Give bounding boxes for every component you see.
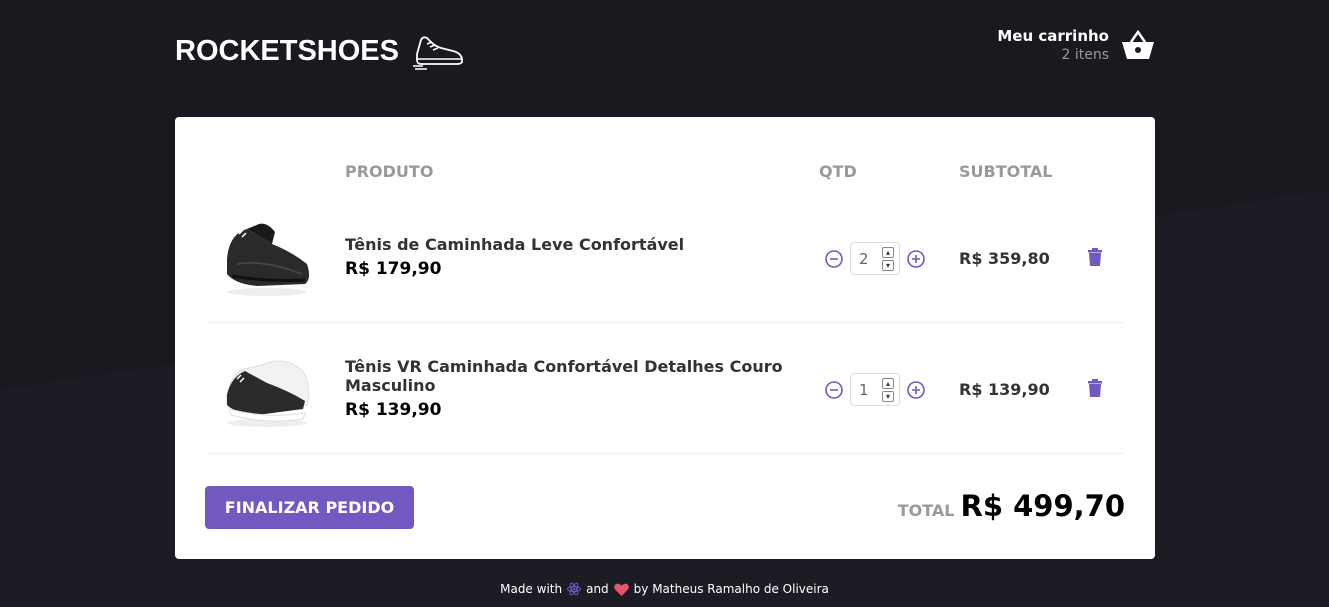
spin-up-icon[interactable]: ▴ <box>882 247 894 258</box>
product-image <box>227 223 310 296</box>
credits: Made with and by Matheus Ramalho de Oliv… <box>0 582 1329 596</box>
spin-down-icon[interactable]: ▾ <box>882 260 894 271</box>
total-value: R$ 499,70 <box>960 489 1125 523</box>
item-subtotal: R$ 139,90 <box>959 380 1050 399</box>
heart-icon <box>613 583 629 596</box>
minus-circle-icon[interactable] <box>824 380 844 400</box>
quantity-spinner[interactable]: ▴ ▾ <box>882 378 894 402</box>
checkout-button[interactable]: FINALIZAR PEDIDO <box>205 486 414 529</box>
credits-made-with: Made with <box>500 582 563 596</box>
logo-text: ROCKETSHOES <box>175 34 399 67</box>
column-header-quantity: QTD <box>819 162 857 181</box>
product-image <box>226 360 310 427</box>
plus-circle-icon[interactable] <box>906 249 926 269</box>
trash-icon[interactable] <box>1087 379 1103 397</box>
product-title: Tênis de Caminhada Leve Confortável <box>345 235 685 254</box>
total-label: TOTAL <box>897 501 955 520</box>
quantity-value: 2 <box>859 249 869 268</box>
basket-icon <box>1122 30 1154 59</box>
column-header-product: PRODUTO <box>345 162 434 181</box>
cart-count: 2 itens <box>1061 47 1109 63</box>
quantity-input[interactable]: 2 ▴ ▾ <box>850 242 900 275</box>
quantity-input[interactable]: 1 ▴ ▾ <box>850 373 900 406</box>
trash-icon[interactable] <box>1087 248 1103 266</box>
plus-circle-icon[interactable] <box>906 380 926 400</box>
spin-down-icon[interactable]: ▾ <box>882 391 894 402</box>
quantity-spinner[interactable]: ▴ ▾ <box>882 247 894 271</box>
cart-item-row: Tênis VR Caminhada Confortável Detalhes … <box>207 323 1123 454</box>
credits-and: and <box>586 582 609 596</box>
cart-title: Meu carrinho <box>997 27 1109 45</box>
react-icon <box>567 582 582 596</box>
cart-container: PRODUTO QTD SUBTOTAL Tênis de Caminhada … <box>175 117 1155 559</box>
cart-footer: FINALIZAR PEDIDO TOTAL R$ 499,70 <box>205 486 1125 530</box>
cart-item-row: Tênis de Caminhada Leve Confortável R$ 1… <box>207 192 1123 323</box>
credits-author: by Matheus Ramalho de Oliveira <box>633 582 829 596</box>
product-price: R$ 179,90 <box>345 259 442 279</box>
product-title: Tênis VR Caminhada Confortável Detalhes … <box>345 357 783 395</box>
total: TOTAL R$ 499,70 <box>898 489 1125 523</box>
product-price: R$ 139,90 <box>345 400 442 420</box>
spin-up-icon[interactable]: ▴ <box>882 378 894 389</box>
sneaker-icon <box>412 36 463 70</box>
logo[interactable]: ROCKETSHOES <box>175 32 465 70</box>
quantity-value: 1 <box>859 380 869 399</box>
cart-link[interactable]: Meu carrinho 2 itens <box>997 27 1155 63</box>
item-subtotal: R$ 359,80 <box>959 249 1050 268</box>
header: ROCKETSHOES Meu carrinho 2 itens <box>175 22 1155 82</box>
column-header-subtotal: SUBTOTAL <box>959 162 1053 181</box>
minus-circle-icon[interactable] <box>824 249 844 269</box>
quantity-stepper: 1 ▴ ▾ <box>824 373 926 406</box>
quantity-stepper: 2 ▴ ▾ <box>824 242 926 275</box>
